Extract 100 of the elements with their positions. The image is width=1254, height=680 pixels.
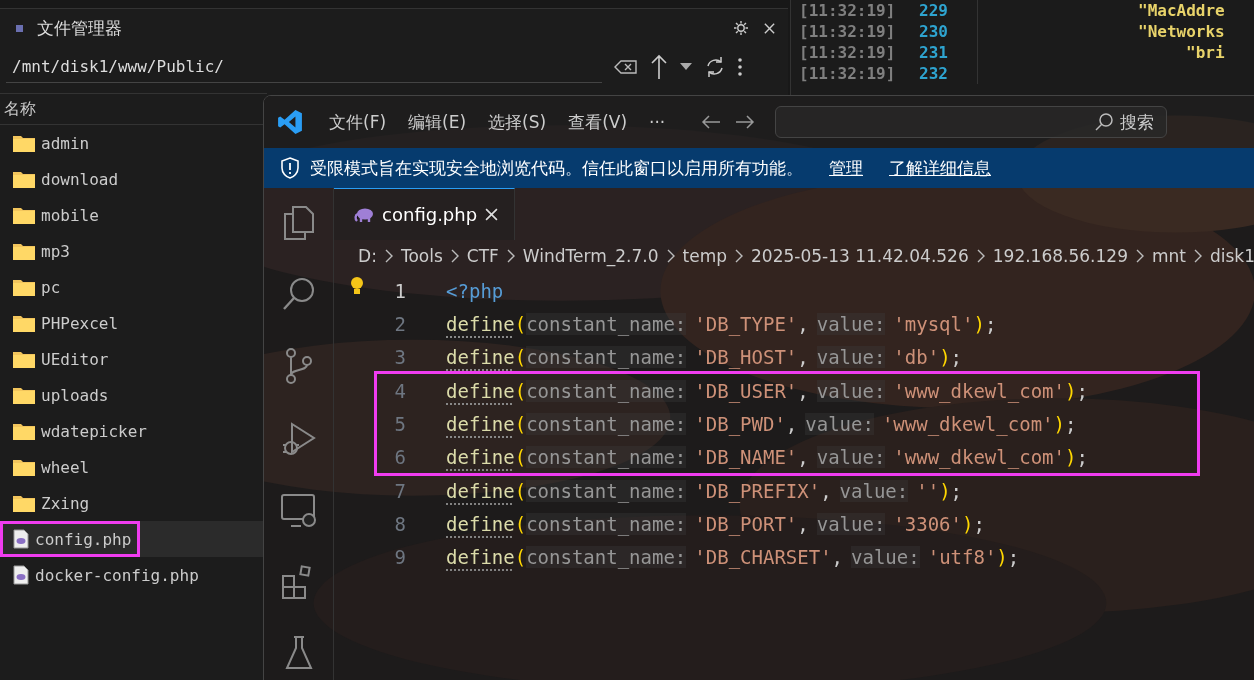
logo-icon[interactable] xyxy=(277,109,303,135)
refresh-icon[interactable] xyxy=(704,56,726,78)
menu-item[interactable]: ··· xyxy=(649,112,666,132)
run-debug-icon[interactable] xyxy=(281,421,316,457)
file-row[interactable]: wdatepicker xyxy=(0,413,263,449)
code-text: , xyxy=(785,412,798,435)
chevron-icon xyxy=(1193,249,1202,263)
terminal-text: "Networks xyxy=(1138,21,1225,42)
code-text: 'mysql' xyxy=(893,312,974,335)
breadcrumb-item[interactable]: WindTerm_2.7.0 xyxy=(522,246,659,266)
file-row[interactable]: config.php xyxy=(0,521,263,557)
code-text: ; xyxy=(984,312,997,335)
file-row[interactable]: admin xyxy=(0,125,263,161)
code-text: define xyxy=(446,545,515,568)
breadcrumb-item[interactable]: 192.168.56.129 xyxy=(992,246,1128,266)
file-name: admin xyxy=(41,133,90,153)
panel-title: 文件管理器 xyxy=(37,16,122,40)
column-header[interactable]: 名称 xyxy=(4,98,36,120)
line-number: 229 xyxy=(919,0,949,21)
breadcrumb-item[interactable]: disk1 xyxy=(1209,246,1254,266)
breadcrumb-item[interactable]: mnt xyxy=(1151,246,1186,266)
inlay-hint: value: xyxy=(816,512,886,535)
close-icon[interactable] xyxy=(763,21,776,35)
code-text: 'DB_NAME' xyxy=(694,445,798,468)
code-text: ; xyxy=(950,345,963,368)
inlay-hint: constant_name: xyxy=(526,479,687,502)
code-text: , xyxy=(820,479,832,502)
back-arrow-icon[interactable] xyxy=(701,114,722,130)
line-number: 4 xyxy=(393,379,407,402)
search-icon[interactable] xyxy=(282,277,315,311)
folder-icon xyxy=(13,458,35,476)
file-row[interactable]: docker-config.php xyxy=(0,557,263,593)
path-field[interactable]: /mnt/disk1/www/Public/ xyxy=(6,51,602,83)
code-text: , xyxy=(797,345,809,368)
files-icon[interactable] xyxy=(283,206,314,240)
inlay-hint: value: xyxy=(805,412,874,435)
code-text: 'www_dkewl_com' xyxy=(881,412,1054,435)
code-text: 'DB_PREFIX' xyxy=(694,479,821,502)
shield-icon xyxy=(280,157,300,179)
forward-arrow-icon[interactable] xyxy=(735,114,756,130)
more-icon[interactable] xyxy=(738,57,742,77)
editor-tab[interactable]: config.php xyxy=(334,188,516,240)
menu-item[interactable]: 编辑(E) xyxy=(408,110,467,134)
folder-icon xyxy=(13,494,35,512)
line-number: 1 xyxy=(393,279,407,302)
breadcrumb-item[interactable]: CTF xyxy=(466,246,499,266)
banner-link[interactable]: 管理 xyxy=(829,156,863,180)
code-text: ; xyxy=(1007,545,1020,568)
php-file-icon xyxy=(13,565,29,585)
menu-item[interactable]: 选择(S) xyxy=(488,110,547,134)
up-arrow-icon[interactable] xyxy=(650,54,668,80)
breadcrumb-item[interactable]: Tools xyxy=(400,246,443,266)
file-row[interactable]: UEditor xyxy=(0,341,263,377)
file-name: uploads xyxy=(41,385,109,405)
remote-explorer-icon[interactable] xyxy=(280,494,317,528)
breadcrumb-item[interactable]: 2025-05-13 11.42.04.526 xyxy=(751,246,969,266)
file-row[interactable]: download xyxy=(0,161,263,197)
breadcrumb-item[interactable]: D: xyxy=(358,246,377,266)
file-row[interactable]: PHPexcel xyxy=(0,305,263,341)
code-text: , xyxy=(797,445,809,468)
file-row[interactable]: uploads xyxy=(0,377,263,413)
chevron-icon xyxy=(506,249,515,263)
code-text: define xyxy=(446,345,515,368)
code-text: 'DB_USER' xyxy=(694,379,798,402)
file-name: Zxing xyxy=(41,493,90,513)
file-row[interactable]: Zxing xyxy=(0,485,263,521)
source-control-icon[interactable] xyxy=(284,348,313,384)
line-number: 7 xyxy=(393,479,407,502)
code-text: <?php xyxy=(446,279,504,302)
code-text: 'DB_CHARSET' xyxy=(694,545,832,568)
menu-item[interactable]: 文件(F) xyxy=(329,110,387,134)
chevron-icon xyxy=(384,249,393,263)
close-icon[interactable] xyxy=(485,208,499,221)
file-row[interactable]: mobile xyxy=(0,197,263,233)
inlay-hint: constant_name: xyxy=(526,312,687,335)
line-number: 230 xyxy=(919,21,949,42)
menu-item[interactable]: 查看(V) xyxy=(568,110,628,134)
inlay-hint: constant_name: xyxy=(526,445,687,468)
code-text: 'utf8' xyxy=(927,545,997,568)
file-row[interactable]: mp3 xyxy=(0,233,263,269)
breadcrumb-item[interactable]: temp xyxy=(682,246,727,266)
settings-icon[interactable] xyxy=(733,20,749,36)
search-icon xyxy=(1094,112,1115,132)
clear-icon[interactable] xyxy=(614,59,638,75)
caret-icon[interactable] xyxy=(680,63,692,71)
banner-link[interactable]: 了解详细信息 xyxy=(889,156,991,180)
folder-icon xyxy=(13,134,35,152)
line-number: 9 xyxy=(393,545,407,568)
file-name: pc xyxy=(41,277,61,297)
chevron-icon xyxy=(450,249,459,263)
lightbulb-icon[interactable] xyxy=(350,276,365,296)
search-field[interactable]: 搜索 xyxy=(775,106,1168,138)
file-row[interactable]: pc xyxy=(0,269,263,305)
log-timestamp: [11:32:19] xyxy=(798,21,897,42)
flask-icon[interactable] xyxy=(284,636,313,670)
code-text: , xyxy=(831,545,844,568)
log-timestamp: [11:32:19] xyxy=(798,63,897,84)
file-row[interactable]: wheel xyxy=(0,449,263,485)
code-text: 'www_dkewl_com' xyxy=(893,445,1065,468)
code-text: , xyxy=(797,379,809,402)
